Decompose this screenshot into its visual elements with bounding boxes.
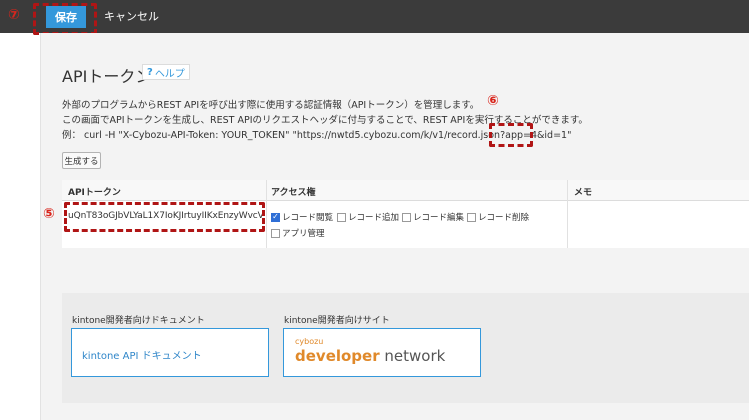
cybozu-logo-text: cybozu	[295, 337, 324, 346]
help-label: ヘルプ	[154, 68, 185, 80]
column-header-access: アクセス権	[271, 188, 316, 198]
description-line-1: 外部のプログラムからREST APIを呼び出す際に使用する認証情報（APIトーク…	[62, 100, 480, 111]
permission-app-management[interactable]: アプリ管理	[271, 227, 325, 239]
annotation-marker-6: ⑥	[487, 93, 499, 109]
permission-label: アプリ管理	[282, 229, 325, 239]
checkbox-icon[interactable]	[271, 228, 280, 238]
permission-add-record[interactable]: レコード追加	[337, 211, 399, 223]
column-divider	[266, 180, 267, 248]
docs-link-card[interactable]: kintone API ドキュメント	[71, 328, 269, 377]
permission-label: レコード削除	[478, 213, 530, 223]
help-icon: ?	[147, 66, 153, 78]
checkbox-icon[interactable]	[467, 212, 476, 222]
permission-label: レコード閲覧	[282, 213, 334, 223]
help-link[interactable]: ? ヘルプ	[142, 64, 190, 80]
permission-delete-record[interactable]: レコード削除	[467, 211, 529, 223]
generate-button[interactable]: 生成する	[62, 152, 101, 169]
permission-edit-record[interactable]: レコード編集	[402, 211, 464, 223]
developer-network-logo: developer network	[295, 347, 446, 365]
annotation-box-app-id	[489, 123, 533, 147]
docs-section-label: kintone開発者向けドキュメント	[72, 316, 205, 326]
annotation-marker-5: ⑤	[43, 206, 55, 222]
cancel-button[interactable]: キャンセル	[104, 8, 159, 24]
column-divider	[567, 180, 568, 248]
top-toolbar: 保存 キャンセル	[0, 0, 749, 33]
permission-label: レコード追加	[348, 213, 400, 223]
permission-label: レコード編集	[413, 213, 465, 223]
column-header-memo: メモ	[574, 188, 593, 198]
api-docs-link[interactable]: kintone API ドキュメント	[82, 347, 202, 362]
table-header: APIトークン アクセス権 メモ	[62, 180, 749, 201]
checkbox-checked-icon[interactable]: ✓	[271, 212, 280, 222]
page-title: APIトークン	[62, 67, 152, 86]
permission-view-record[interactable]: ✓ レコード閲覧	[271, 211, 333, 223]
column-header-token: APIトークン	[68, 188, 121, 198]
developer-site-card[interactable]: cybozu developer network	[283, 328, 481, 377]
annotation-marker-7: ⑦	[8, 7, 20, 23]
site-section-label: kintone開発者向けサイト	[284, 316, 390, 326]
annotation-box-token	[64, 202, 265, 232]
checkbox-icon[interactable]	[402, 212, 411, 222]
annotation-box-save	[33, 3, 97, 35]
checkbox-icon[interactable]	[337, 212, 346, 222]
